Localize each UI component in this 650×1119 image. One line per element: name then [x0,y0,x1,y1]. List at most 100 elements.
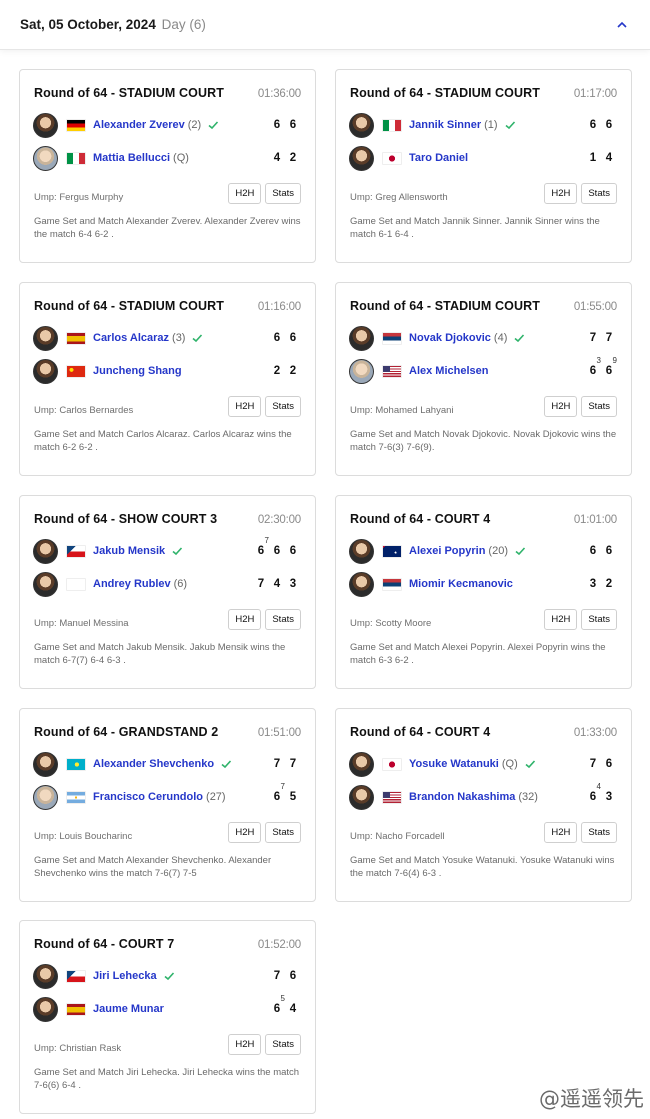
stats-button[interactable]: Stats [265,396,301,417]
set-score: 7 [601,332,617,344]
avatar[interactable] [349,538,374,564]
set-score-value: 5 [289,791,297,803]
set-score: 3 [601,791,617,803]
umpire-label: Ump: Manuel Messina [34,618,129,629]
blank-flag-icon [66,577,86,591]
set-score: 63 [585,356,601,377]
stats-button[interactable]: Stats [581,396,617,417]
match-header: Round of 64 - STADIUM COURT 01:36:00 [34,86,301,100]
player-name-link[interactable]: Miomir Kecmanovic [409,578,513,590]
round-court-title: Round of 64 - COURT 4 [350,512,491,526]
h2h-button[interactable]: H2H [544,822,578,843]
avatar[interactable] [33,963,58,989]
stats-button[interactable]: Stats [265,1034,301,1055]
avatar[interactable] [33,538,58,564]
player-name-link[interactable]: Jaume Munar [93,1003,164,1015]
player-row: Jakub Mensik 6 7 6 6 [33,536,301,564]
avatar[interactable] [349,112,374,138]
player-name-link[interactable]: Carlos Alcaraz (3) [93,332,185,344]
avatar[interactable] [33,784,58,810]
h2h-button[interactable]: H2H [228,822,262,843]
set-score-value: 6 [289,332,297,344]
match-summary: Game Set and Match Jakub Mensik. Jakub M… [34,642,286,666]
avatar[interactable] [33,358,58,384]
player-name-link[interactable]: Jakub Mensik [93,545,165,557]
player-name-link[interactable]: Alexei Popyrin (20) [409,545,508,557]
player-row: Jannik Sinner (1) 6 6 [349,112,617,138]
player-name-link[interactable]: Andrey Rublev (6) [93,578,187,590]
match-summary: Game Set and Match Novak Djokovic. Novak… [350,429,617,453]
avatar[interactable] [33,571,58,597]
set-score-value: 6 [273,1003,281,1015]
avatar[interactable] [33,112,58,138]
h2h-button[interactable]: H2H [228,609,262,630]
stats-button[interactable]: Stats [265,822,301,843]
h2h-button[interactable]: H2H [228,1034,262,1055]
player-name-link[interactable]: Taro Daniel [409,152,468,164]
player-name-link[interactable]: Novak Djokovic (4) [409,332,507,344]
avatar[interactable] [349,571,374,597]
avatar[interactable] [349,325,374,351]
match-summary: Game Set and Match Yosuke Watanuki. Yosu… [350,855,615,879]
avatar[interactable] [349,751,374,777]
umpire-label: Ump: Mohamed Lahyani [350,405,454,416]
set-score-value: 7 [273,758,281,770]
round-court-title: Round of 64 - STADIUM COURT [350,86,540,100]
winner-check-icon [192,334,203,343]
player-name-link[interactable]: Alexander Zverev (2) [93,119,201,131]
chevron-up-icon[interactable] [614,17,630,33]
player-seed: (Q) [173,152,189,164]
stats-button[interactable]: Stats [581,609,617,630]
set-scores: 6369 [585,356,617,377]
match-header: Round of 64 - SHOW COURT 3 02:30:00 [34,512,301,526]
player-name-link[interactable]: Juncheng Shang [93,365,182,377]
match-summary: Game Set and Match Alexander Zverev. Ale… [34,216,301,240]
stats-button[interactable]: Stats [265,609,301,630]
umpire-label: Ump: Greg Allensworth [350,192,448,203]
avatar[interactable] [33,751,58,777]
h2h-button[interactable]: H2H [544,396,578,417]
player-row: Andrey Rublev (6) 7 4 3 [33,571,301,597]
avatar[interactable] [33,145,58,171]
avatar[interactable] [349,358,374,384]
match-duration: 01:51:00 [257,727,301,739]
player-name-link[interactable]: Jannik Sinner (1) [409,119,498,131]
set-score-value: 4 [273,152,281,164]
stats-button[interactable]: Stats [265,183,301,204]
player-name-link[interactable]: Yosuke Watanuki (Q) [409,758,518,770]
player-name-link[interactable]: Mattia Bellucci (Q) [93,152,189,164]
stats-button[interactable]: Stats [581,822,617,843]
day-header[interactable]: Sat, 05 October, 2024 Day (6) [0,0,650,50]
h2h-button[interactable]: H2H [544,183,578,204]
avatar[interactable] [349,145,374,171]
round-court-title: Round of 64 - STADIUM COURT [34,299,224,313]
set-score: 6 [269,545,285,557]
day-title: Sat, 05 October, 2024 Day (6) [20,17,206,32]
h2h-button[interactable]: H2H [544,609,578,630]
cz-flag-icon [66,544,86,558]
match-header: Round of 64 - GRANDSTAND 2 01:51:00 [34,725,301,739]
h2h-button[interactable]: H2H [228,396,262,417]
set-scores: 76 [585,758,617,770]
set-score-value: 6 [273,332,281,344]
player-name-link[interactable]: Alex Michelsen [409,365,488,377]
avatar[interactable] [33,325,58,351]
avatar[interactable] [33,996,58,1022]
match-card: Round of 64 - COURT 4 01:33:00 Yosuke Wata… [335,708,632,902]
round-court-title: Round of 64 - GRANDSTAND 2 [34,725,219,739]
player-name-link[interactable]: Brandon Nakashima (32) [409,791,538,803]
winner-check-icon [172,547,183,556]
avatar[interactable] [349,784,374,810]
match-duration: 01:55:00 [573,301,617,313]
player-name-link[interactable]: Francisco Cerundolo (27) [93,791,226,803]
ar-flag-icon [66,790,86,804]
match-summary: Game Set and Match Jiri Lehecka. Jiri Le… [34,1067,300,1091]
player-name-link[interactable]: Alexander Shevchenko [93,758,214,770]
round-court-title: Round of 64 - STADIUM COURT [350,299,540,313]
h2h-button[interactable]: H2H [228,183,262,204]
player-name-link[interactable]: Jiri Lehecka [93,970,157,982]
stats-button[interactable]: Stats [581,183,617,204]
set-score-value: 4 [605,152,613,164]
match-duration: 01:33:00 [573,727,617,739]
match-card: Round of 64 - STADIUM COURT 01:55:00 Novak… [335,282,632,476]
